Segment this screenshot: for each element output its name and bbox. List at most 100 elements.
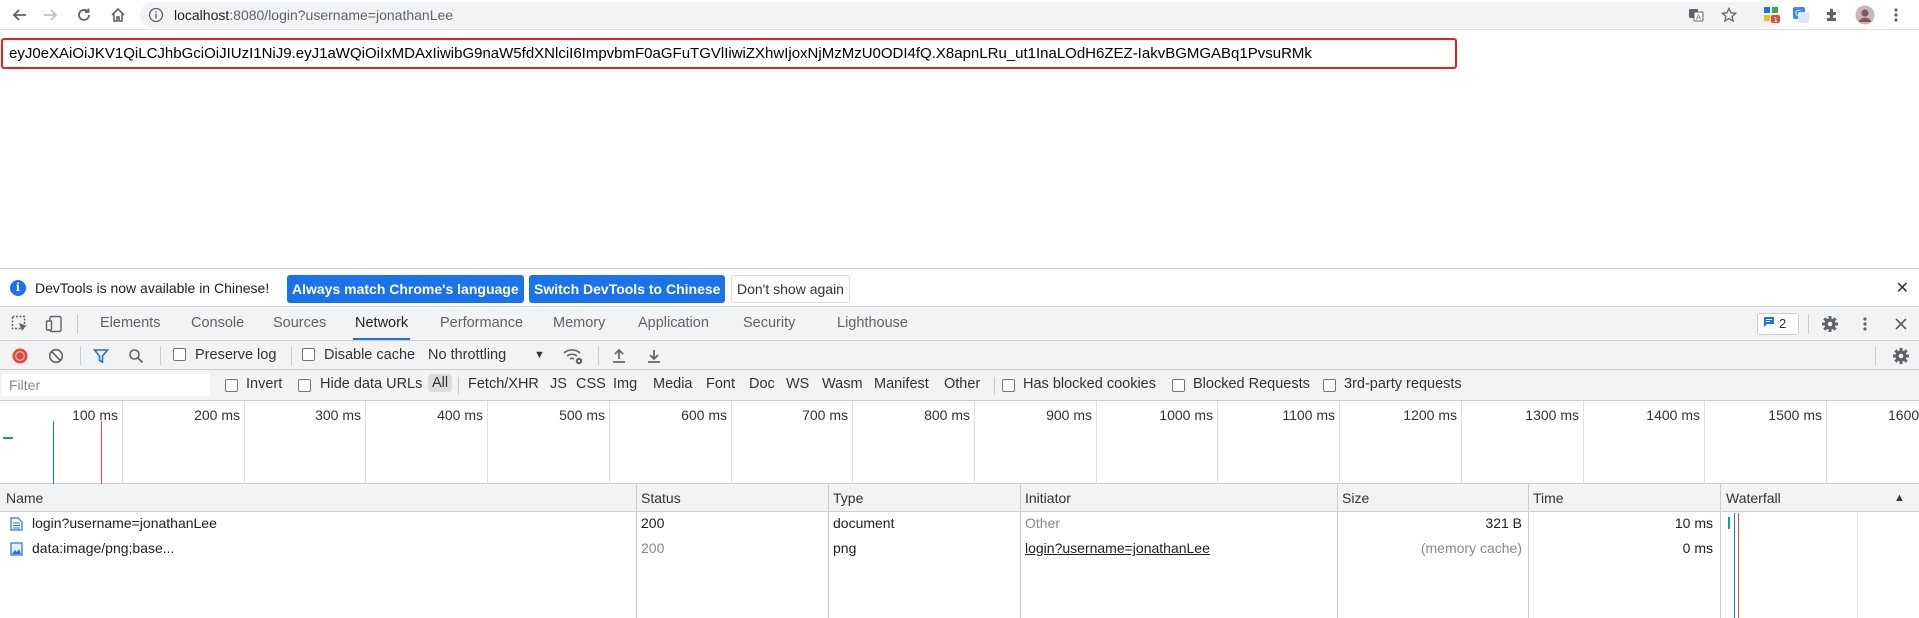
bookmark-star-icon[interactable]: [1720, 6, 1738, 23]
settings-gear-icon[interactable]: [1818, 312, 1842, 336]
hide-data-urls-checkbox[interactable]: [298, 379, 311, 392]
google-translate-extension-icon[interactable]: G: [1789, 3, 1813, 27]
column-initiator[interactable]: Initiator: [1025, 490, 1071, 506]
request-name[interactable]: data:image/png;base...: [32, 540, 174, 556]
tab-network[interactable]: Network: [353, 307, 411, 340]
filter-type-doc[interactable]: Doc: [749, 376, 775, 392]
issues-count: 2: [1779, 316, 1787, 331]
disable-cache-label[interactable]: Disable cache: [324, 347, 415, 363]
filter-type-ws[interactable]: WS: [786, 376, 809, 392]
separator: [291, 346, 292, 365]
extension-apps-icon[interactable]: 1: [1760, 3, 1784, 27]
column-waterfall[interactable]: Waterfall: [1726, 490, 1781, 506]
timeline-overview[interactable]: 100 ms 200 ms 300 ms 400 ms 500 ms 600 m…: [0, 401, 1919, 484]
search-icon[interactable]: [124, 344, 148, 368]
filter-type-all[interactable]: All: [428, 374, 453, 392]
preserve-log-label[interactable]: Preserve log: [195, 347, 276, 363]
tick-line: [1461, 401, 1462, 484]
filter-type-other[interactable]: Other: [944, 376, 980, 392]
disable-cache-checkbox[interactable]: [302, 348, 315, 361]
throttling-dropdown-arrow-icon[interactable]: ▼: [534, 349, 545, 361]
tab-console[interactable]: Console: [191, 307, 244, 340]
filter-input[interactable]: Filter: [2, 374, 210, 396]
separator: [160, 346, 161, 365]
extensions-puzzle-icon[interactable]: [1820, 3, 1844, 27]
url-host: localhost: [174, 7, 230, 23]
tab-memory[interactable]: Memory: [553, 307, 605, 340]
back-button[interactable]: [8, 3, 32, 27]
record-button[interactable]: [8, 344, 32, 368]
waterfall-load-line: [1738, 513, 1739, 618]
site-info-icon[interactable]: [148, 7, 164, 23]
invert-label[interactable]: Invert: [246, 376, 282, 392]
tab-lighthouse[interactable]: Lighthouse: [837, 307, 908, 340]
filter-type-js[interactable]: JS: [550, 376, 567, 392]
column-type[interactable]: Type: [833, 490, 863, 506]
request-status: 200: [641, 540, 665, 556]
switch-devtools-chinese-button[interactable]: Switch DevTools to Chinese: [529, 275, 726, 303]
tab-security[interactable]: Security: [743, 307, 795, 340]
has-blocked-cookies-checkbox[interactable]: [1002, 379, 1015, 392]
separator: [80, 346, 81, 365]
tick-line: [974, 401, 975, 484]
devtools-menu-icon[interactable]: [1853, 312, 1877, 336]
browser-menu-icon[interactable]: [1884, 3, 1908, 27]
network-settings-gear-icon[interactable]: [1889, 344, 1913, 368]
device-toolbar-icon[interactable]: [42, 312, 66, 336]
close-devtools-icon[interactable]: [1889, 312, 1913, 336]
column-name[interactable]: Name: [6, 490, 43, 506]
tab-sources[interactable]: Sources: [273, 307, 326, 340]
request-name[interactable]: login?username=jonathanLee: [32, 515, 217, 531]
tick-label: 100 ms: [72, 407, 118, 423]
filter-funnel-icon[interactable]: [89, 344, 113, 368]
blocked-requests-checkbox[interactable]: [1172, 379, 1185, 392]
table-row[interactable]: login?username=jonathanLee 200 document …: [0, 513, 1919, 534]
filter-type-manifest[interactable]: Manifest: [874, 376, 929, 392]
tab-application[interactable]: Application: [638, 307, 709, 340]
third-party-label[interactable]: 3rd-party requests: [1344, 376, 1462, 392]
tick-line: [1217, 401, 1218, 484]
filter-type-img[interactable]: Img: [613, 376, 637, 392]
address-bar[interactable]: localhost:8080/login?username=jonathanLe…: [140, 2, 1780, 28]
close-infobar-icon[interactable]: ✕: [1896, 278, 1909, 298]
export-har-icon[interactable]: [642, 344, 666, 368]
tick-label: 200 ms: [194, 407, 240, 423]
translate-icon[interactable]: A: [1688, 7, 1704, 23]
throttling-select[interactable]: No throttling: [428, 347, 506, 363]
filter-type-fetch-xhr[interactable]: Fetch/XHR: [468, 376, 539, 392]
has-blocked-cookies-label[interactable]: Has blocked cookies: [1023, 376, 1156, 392]
tick-line: [1096, 401, 1097, 484]
reload-button[interactable]: [72, 3, 96, 27]
request-initiator-link[interactable]: login?username=jonathanLee: [1025, 540, 1210, 556]
tab-performance[interactable]: Performance: [440, 307, 523, 340]
clear-icon[interactable]: [44, 344, 68, 368]
column-status[interactable]: Status: [641, 490, 681, 506]
issues-badge[interactable]: 2: [1757, 313, 1799, 335]
filter-type-media[interactable]: Media: [653, 376, 693, 392]
invert-checkbox[interactable]: [225, 379, 238, 392]
tab-elements[interactable]: Elements: [100, 307, 160, 340]
filter-type-css[interactable]: CSS: [576, 376, 606, 392]
blocked-requests-label[interactable]: Blocked Requests: [1193, 376, 1310, 392]
filter-type-wasm[interactable]: Wasm: [822, 376, 863, 392]
url-text[interactable]: localhost:8080/login?username=jonathanLe…: [174, 7, 453, 23]
jwt-token-output: eyJ0eXAiOiJKV1QiLCJhbGciOiJIUzI1NiJ9.eyJ…: [1, 38, 1457, 69]
inspect-element-icon[interactable]: [8, 312, 32, 336]
always-match-language-button[interactable]: Always match Chrome's language: [287, 275, 524, 303]
sort-ascending-icon[interactable]: ▲: [1894, 492, 1905, 504]
tick-label: 1500 ms: [1768, 407, 1822, 423]
import-har-icon[interactable]: [607, 344, 631, 368]
preserve-log-checkbox[interactable]: [173, 348, 186, 361]
filter-type-font[interactable]: Font: [706, 376, 735, 392]
column-time[interactable]: Time: [1533, 490, 1564, 506]
column-size[interactable]: Size: [1342, 490, 1369, 506]
dont-show-again-button[interactable]: Don't show again: [731, 275, 850, 303]
profile-avatar[interactable]: [1853, 3, 1877, 27]
table-row[interactable]: data:image/png;base... 200 png login?use…: [0, 538, 1919, 559]
home-button[interactable]: [106, 3, 130, 27]
third-party-checkbox[interactable]: [1323, 379, 1336, 392]
network-conditions-icon[interactable]: [561, 344, 585, 368]
hide-data-urls-label[interactable]: Hide data URLs: [320, 376, 422, 392]
forward-button[interactable]: [38, 3, 62, 27]
separator: [598, 346, 599, 365]
